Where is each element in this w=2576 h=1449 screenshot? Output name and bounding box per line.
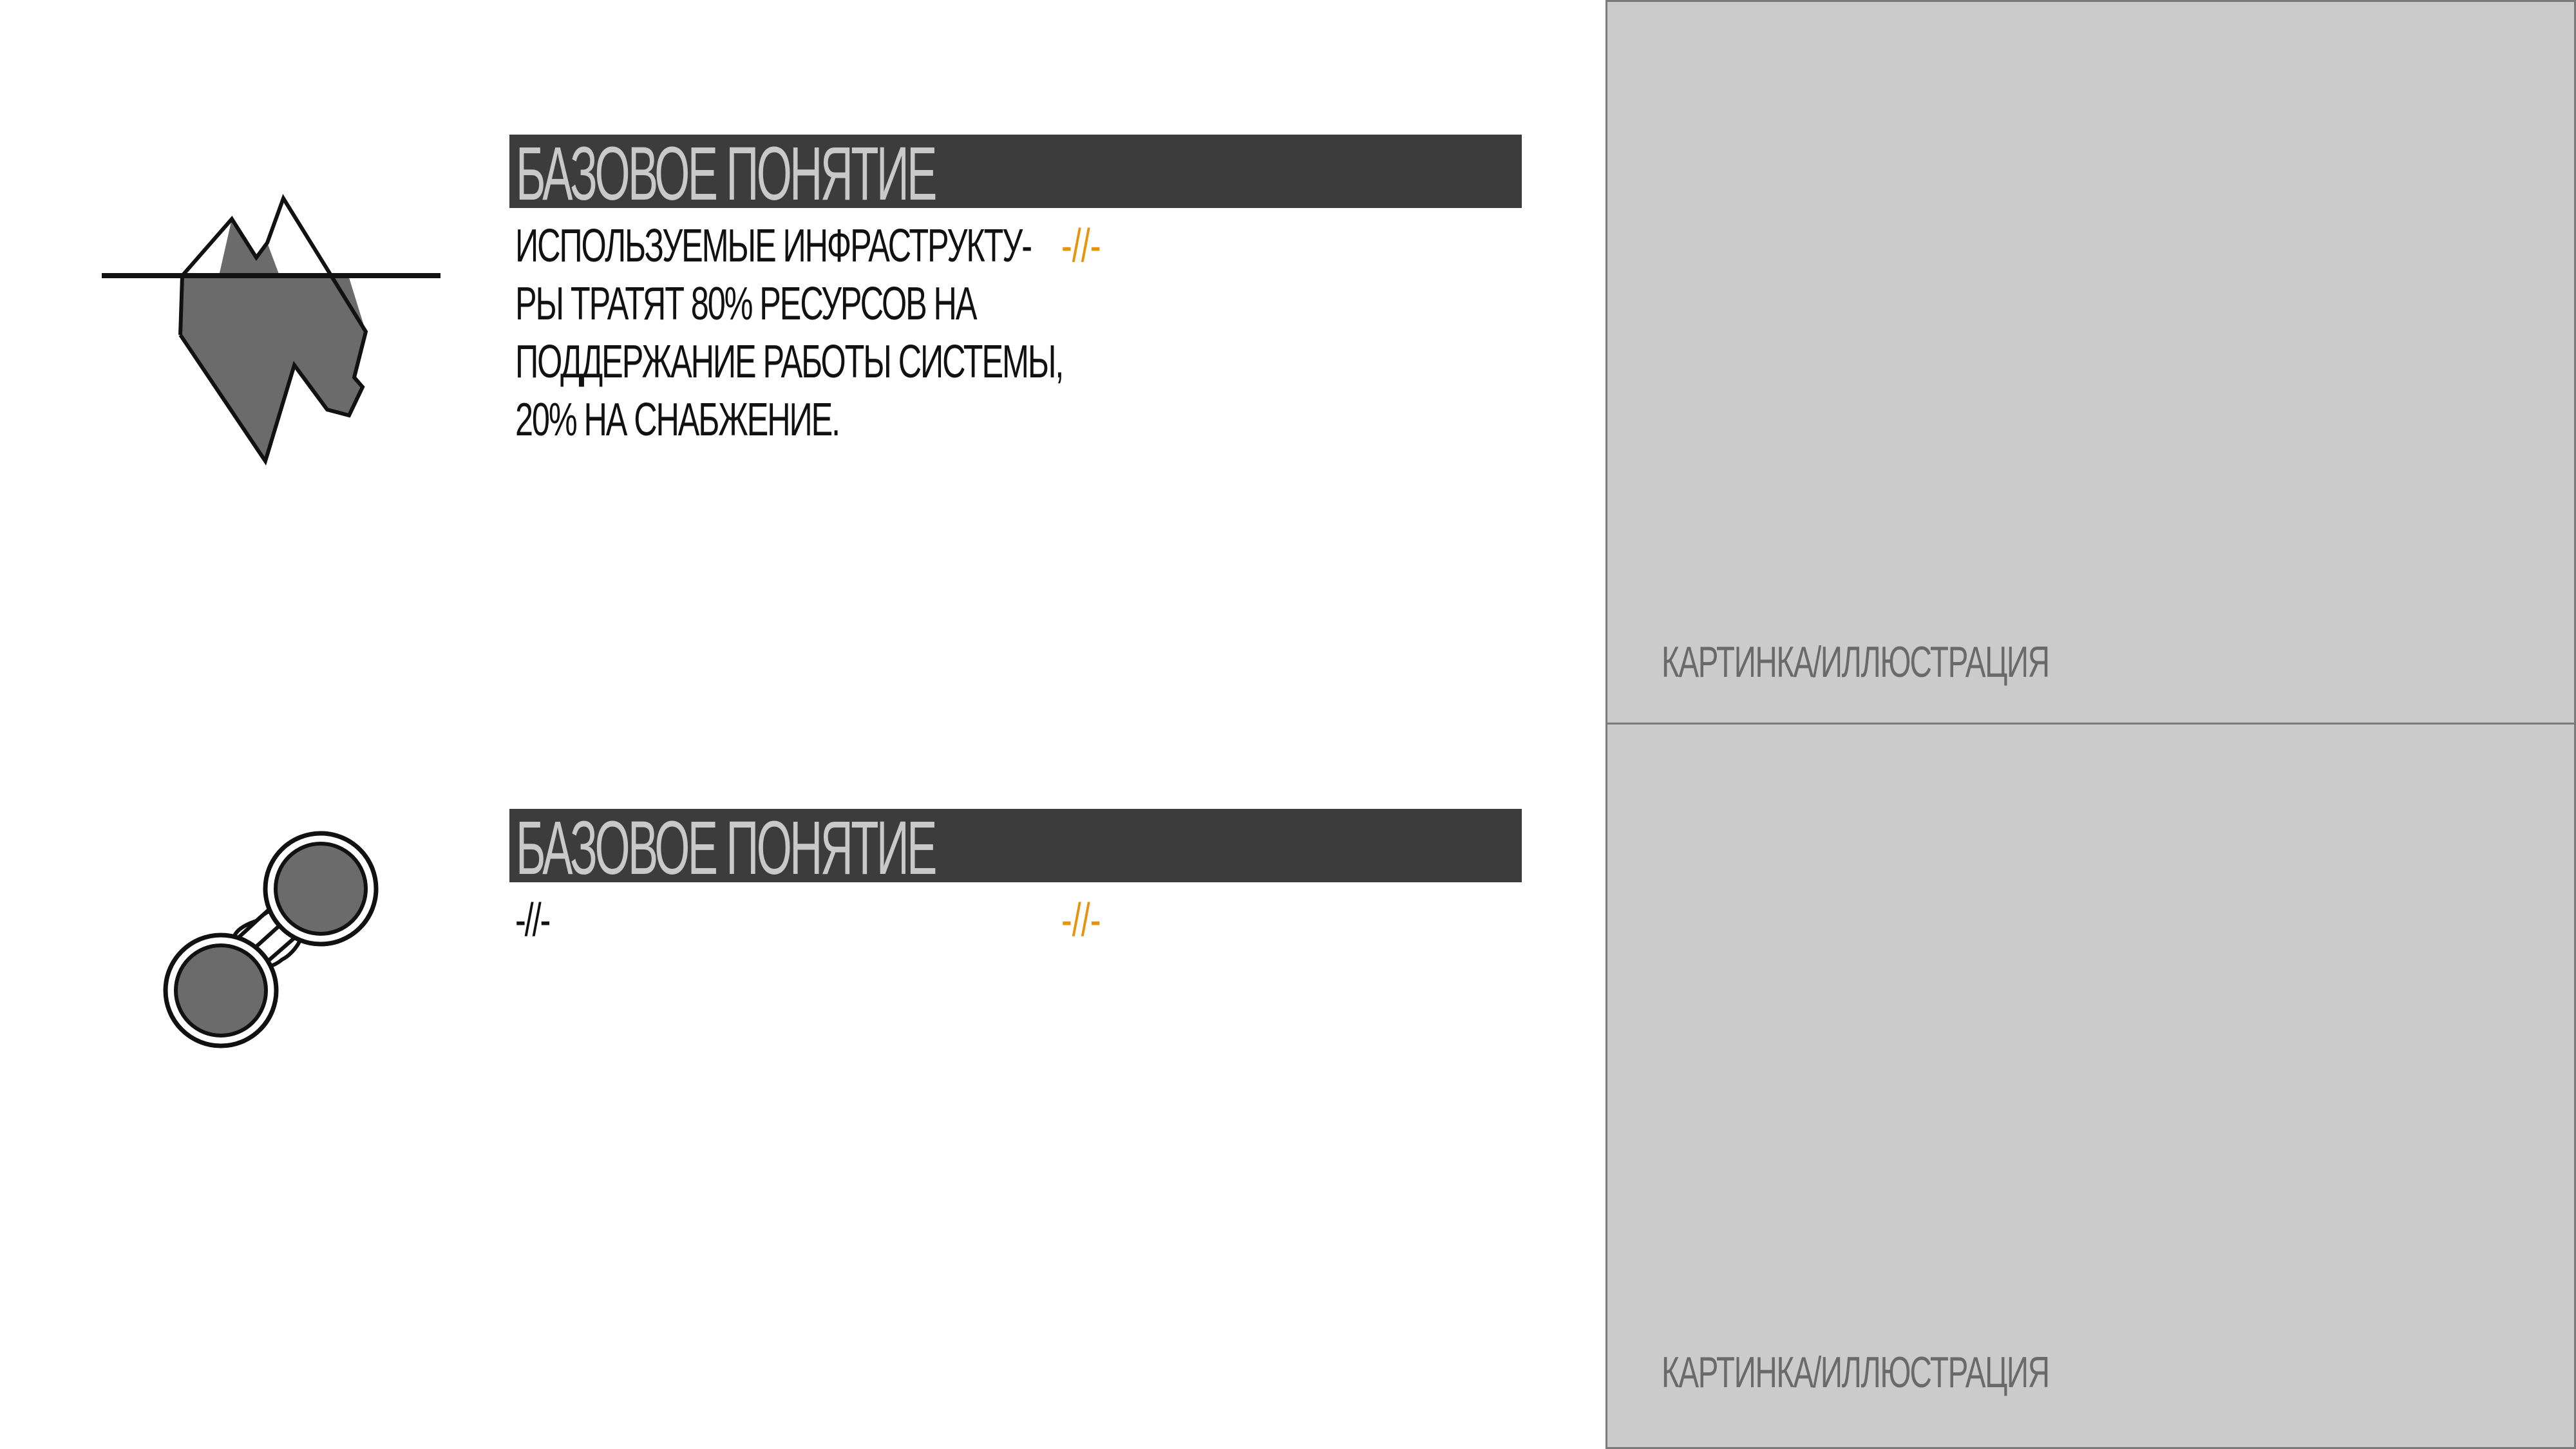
concept-heading-bar: БАЗОВОЕ ПОНЯТИЕ xyxy=(509,809,1522,882)
description-line: 20% НА СНАБЖЕНИЕ. xyxy=(515,394,840,446)
concept-note: -//- xyxy=(1061,220,1101,272)
illustration-placeholder: КАРТИНКА/ИЛЛЮСТРАЦИЯ xyxy=(1605,723,2576,1449)
linked-circles-icon xyxy=(160,824,385,1050)
concept-note: -//- xyxy=(1061,895,1101,946)
placeholder-label: КАРТИНКА/ИЛЛЮСТРАЦИЯ xyxy=(1662,638,2050,687)
iceberg-icon xyxy=(97,193,444,470)
description-line: РЫ ТРАТЯТ 80% РЕСУРСОВ НА xyxy=(515,278,977,330)
description-line: ИСПОЛЬЗУЕМЫЕ ИНФРАСТРУКТУ- xyxy=(515,220,1032,272)
illustration-placeholder: КАРТИНКА/ИЛЛЮСТРАЦИЯ xyxy=(1605,0,2576,726)
concept-heading: БАЗОВОЕ ПОНЯТИЕ xyxy=(516,135,937,208)
concept-heading-bar: БАЗОВОЕ ПОНЯТИЕ xyxy=(509,135,1522,208)
concept-heading: БАЗОВОЕ ПОНЯТИЕ xyxy=(516,809,937,882)
placeholder-label: КАРТИНКА/ИЛЛЮСТРАЦИЯ xyxy=(1662,1348,2050,1397)
concept-description: ИСПОЛЬЗУЕМЫЕ ИНФРАСТРУКТУ- РЫ ТРАТЯТ 80%… xyxy=(515,217,1064,449)
description-line: -//- xyxy=(515,895,551,946)
slide: БАЗОВОЕ ПОНЯТИЕ ИСПОЛЬЗУЕМЫЕ ИНФРАСТРУКТ… xyxy=(0,0,2576,1449)
description-line: ПОДДЕРЖАНИЕ РАБОТЫ СИСТЕМЫ, xyxy=(515,336,1064,388)
concept-description: -//- xyxy=(515,891,975,949)
